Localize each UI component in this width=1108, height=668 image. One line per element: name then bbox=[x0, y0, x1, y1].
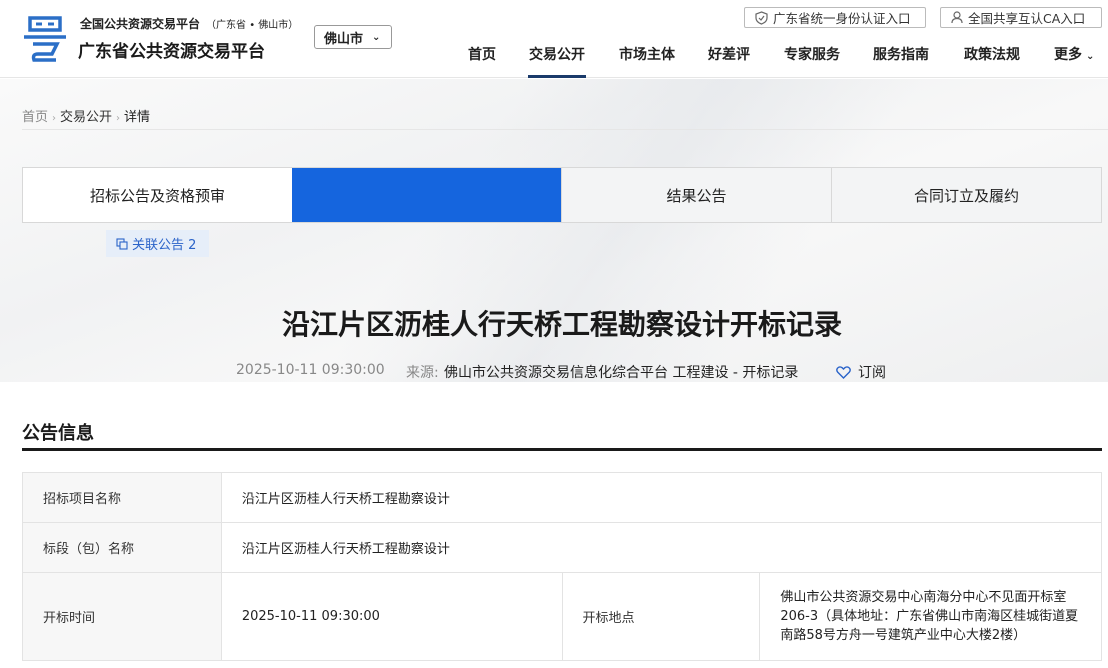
related-notices-button[interactable]: 关联公告 2 bbox=[106, 230, 209, 257]
open-place-value: 佛山市公共资源交易中心南海分中心不见面开标室206-3（具体地址：广东省佛山市南… bbox=[759, 572, 1102, 661]
project-name-value: 沿江片区沥桂人行天桥工程勘察设计 bbox=[220, 472, 1103, 523]
nav-market-entities[interactable]: 市场主体 bbox=[619, 44, 675, 78]
subscribe-button[interactable]: 订阅 bbox=[836, 362, 886, 382]
user-icon bbox=[951, 11, 963, 24]
publish-date: 2025-10-11 09:30:00 bbox=[236, 362, 385, 378]
breadcrumb-home[interactable]: 首页 bbox=[22, 110, 48, 125]
tab-bid-opening[interactable] bbox=[292, 168, 561, 222]
nav-expert-service[interactable]: 专家服务 bbox=[784, 44, 840, 78]
heart-icon bbox=[836, 365, 851, 379]
open-time-label: 开标时间 bbox=[22, 572, 222, 661]
tab-result-notice[interactable]: 结果公告 bbox=[561, 168, 831, 222]
brand-sub-text: 全国公共资源交易平台 bbox=[80, 17, 201, 31]
nav-more[interactable]: 更多 ⌄ bbox=[1054, 44, 1094, 78]
chevron-down-icon: ⌄ bbox=[1086, 51, 1095, 62]
nav-service-guide[interactable]: 服务指南 bbox=[873, 44, 929, 78]
unified-identity-button[interactable]: 广东省统一身份认证入口 bbox=[744, 7, 926, 28]
breadcrumb: 首页 › 交易公开 › 详情 bbox=[22, 106, 150, 125]
shield-icon bbox=[755, 10, 768, 25]
breadcrumb-separator-icon: › bbox=[52, 113, 57, 124]
subscribe-label: 订阅 bbox=[858, 365, 886, 381]
site-header: 全国公共资源交易平台 （广东省 • 佛山市） 广东省公共资源交易平台 佛山市 ⌄ … bbox=[0, 0, 1108, 78]
copy-icon bbox=[116, 237, 128, 250]
project-name-label: 招标项目名称 bbox=[22, 472, 222, 523]
notice-info-table: 招标项目名称 沿江片区沥桂人行天桥工程勘察设计 标段（包）名称 沿江片区沥桂人行… bbox=[22, 472, 1103, 661]
open-time-value: 2025-10-11 09:30:00 bbox=[220, 572, 563, 661]
open-place-label: 开标地点 bbox=[561, 572, 761, 661]
related-notices-label: 关联公告 2 bbox=[132, 238, 197, 253]
section-title: 公告信息 bbox=[22, 423, 94, 444]
brand-subtitle: 全国公共资源交易平台 （广东省 • 佛山市） bbox=[80, 15, 298, 32]
brand-title[interactable]: 广东省公共资源交易平台 bbox=[78, 37, 265, 62]
section-name-value: 沿江片区沥桂人行天桥工程勘察设计 bbox=[220, 522, 1103, 573]
nav-trading[interactable]: 交易公开 bbox=[528, 44, 586, 78]
tab-contract[interactable]: 合同订立及履约 bbox=[831, 168, 1101, 222]
nav-ratings[interactable]: 好差评 bbox=[708, 44, 750, 78]
brand-sub-region: （广东省 • 佛山市） bbox=[206, 20, 299, 31]
section-divider bbox=[22, 448, 1102, 451]
ca-entry-label: 全国共享互认CA入口 bbox=[968, 11, 1086, 26]
city-label: 佛山市 bbox=[324, 31, 364, 47]
breadcrumb-divider bbox=[22, 129, 1108, 130]
breadcrumb-current: 详情 bbox=[124, 110, 151, 125]
breadcrumb-separator-icon: › bbox=[116, 113, 121, 124]
source-text: 佛山市公共资源交易信息化综合平台 工程建设 - 开标记录 bbox=[444, 365, 799, 381]
yue-logo-icon[interactable] bbox=[22, 14, 68, 62]
chevron-down-icon: ⌄ bbox=[372, 31, 381, 43]
table-row: 招标项目名称 沿江片区沥桂人行天桥工程勘察设计 bbox=[22, 472, 1103, 523]
ca-entry-button[interactable]: 全国共享互认CA入口 bbox=[940, 7, 1102, 28]
nav-home[interactable]: 首页 bbox=[468, 44, 496, 78]
page-title: 沿江片区沥桂人行天桥工程勘察设计开标记录 bbox=[281, 308, 842, 341]
tab-tender-notice[interactable]: 招标公告及资格预审 bbox=[23, 168, 292, 222]
unified-identity-label: 广东省统一身份认证入口 bbox=[773, 11, 911, 26]
section-name-label: 标段（包）名称 bbox=[22, 522, 222, 573]
nav-policy[interactable]: 政策法规 bbox=[964, 44, 1020, 78]
breadcrumb-trading[interactable]: 交易公开 bbox=[60, 110, 112, 125]
city-selector[interactable]: 佛山市 ⌄ bbox=[314, 25, 392, 49]
nav-more-label: 更多 bbox=[1054, 47, 1082, 63]
stage-tabs: 招标公告及资格预审 结果公告 合同订立及履约 bbox=[22, 167, 1102, 223]
source-label: 来源: bbox=[406, 365, 439, 381]
table-row: 开标时间 2025-10-11 09:30:00 开标地点 佛山市公共资源交易中… bbox=[22, 572, 1102, 661]
table-row: 标段（包）名称 沿江片区沥桂人行天桥工程勘察设计 bbox=[22, 522, 1103, 573]
